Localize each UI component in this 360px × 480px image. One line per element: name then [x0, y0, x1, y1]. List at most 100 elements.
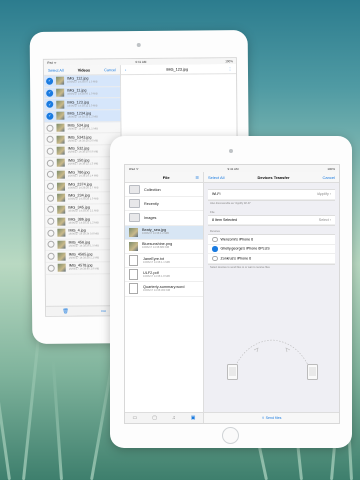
folder-item[interactable]: Collection — [125, 183, 203, 198]
phone-left-icon — [227, 364, 238, 380]
checkbox-icon[interactable] — [46, 136, 54, 144]
preview-nav-bar: ‹ IMG_123.jpg ⋮ — [120, 64, 237, 76]
transfer-arc-icon — [231, 339, 313, 375]
checkbox-icon[interactable] — [47, 229, 55, 237]
cancel-button[interactable]: Cancel — [104, 68, 116, 72]
thumbnail — [57, 205, 66, 214]
document-icon — [129, 283, 138, 295]
folder-icon — [129, 199, 140, 209]
file-name: Collection — [144, 187, 161, 192]
folder-item[interactable]: Recently — [125, 197, 203, 212]
file-name: Images — [144, 215, 157, 220]
select-all-button[interactable]: Select All — [208, 175, 224, 180]
music-tab-icon[interactable]: ♫ — [172, 415, 176, 421]
devices-header: Devices — [210, 229, 220, 233]
thumbnail — [56, 77, 65, 86]
device-row[interactable]: Ghelly.george's iPhone 6PLUS — [208, 245, 335, 254]
selected-count-label: 8 Item Selected — [212, 217, 237, 222]
cancel-button[interactable]: Cancel — [323, 175, 335, 180]
thumbnail — [57, 217, 66, 226]
radio-icon[interactable] — [212, 246, 218, 252]
file-name: Recently — [144, 201, 159, 206]
send-files-label: Send files — [265, 416, 282, 420]
devices-list: Wenzomi's iPhone 6 Ghelly.george's iPhone… — [208, 234, 335, 265]
checkbox-icon[interactable] — [46, 159, 54, 167]
file-meta: 16/06/17 14:38 1.8 MiB — [143, 274, 170, 278]
checkbox-icon[interactable] — [46, 147, 54, 155]
device-row[interactable]: Zonkrus's iPhone 6 — [208, 254, 335, 264]
file-meta: 16/06/17 14:38:07 1.5 MiB — [67, 80, 98, 84]
file-selected-row[interactable]: 8 Item Selected Select › — [208, 216, 335, 225]
device-name: Wenzomi's iPhone 6 — [220, 237, 254, 242]
checkbox-icon[interactable]: ✓ — [46, 77, 54, 85]
video-tab-icon[interactable]: ▭ — [133, 415, 138, 421]
back-chevron-icon[interactable]: ‹ — [125, 68, 126, 72]
checkbox-icon[interactable] — [47, 252, 55, 260]
chevron-right-icon: › — [329, 217, 331, 222]
video-list-item[interactable]: ✓ IMG_1234.jpg 16/06/17 14:38:13 1.2 MiB — [44, 110, 121, 123]
checkbox-icon[interactable]: ✓ — [46, 89, 54, 97]
video-list-item[interactable]: ✓ IMG_123.jpg 16/06/17 14:38:11 2.0 MiB — [44, 98, 121, 111]
video-list-item[interactable]: ✓ IMG_11.jpg 16/06/17 14:38:09 1.0 MiB — [44, 86, 121, 100]
file-meta: 16/06/17 14:38:15 1.1 MiB — [67, 127, 98, 131]
checkbox-icon[interactable] — [47, 217, 55, 225]
file-item[interactable]: Quarterly-summary.word 16/06/17 14:38 300… — [125, 282, 203, 297]
thumbnail — [56, 88, 65, 97]
checkbox-icon[interactable] — [47, 241, 55, 249]
radio-icon[interactable] — [212, 236, 218, 242]
checkbox-icon[interactable] — [46, 182, 55, 190]
front-tablet-screen: iPad ᯤ 9:41 AM 100% File ☰ Collection Rec… — [124, 164, 340, 424]
send-files-button[interactable]: ⇪ Send files — [204, 412, 339, 423]
file-meta: 16/06/17 14:38:26 1.7 MiB — [67, 185, 99, 190]
file-section: 8 Item Selected Select › — [208, 214, 335, 226]
wifi-section: Wi-Fi iApplify › — [208, 189, 335, 201]
video-list-item[interactable]: ✓ IMG_112.jpg 16/06/17 14:38:07 1.5 MiB — [44, 75, 121, 88]
thumbnail — [57, 228, 66, 238]
transfer-title: Devices Transfer — [257, 174, 290, 180]
file-meta: 16/06/17 14:38 1.2 MiB — [142, 232, 169, 236]
time-label: 9:41 AM — [227, 166, 239, 171]
home-button[interactable] — [222, 427, 239, 444]
file-meta: 16/06/17 14:38:09 1.0 MiB — [67, 92, 98, 96]
file-meta: 16/06/17 14:38:36 1.5 MiB — [68, 244, 99, 248]
file-item[interactable]: Beaty_sea.jpg 16/06/17 14:38 1.2 MiB — [125, 225, 203, 240]
radio-icon[interactable] — [212, 255, 218, 261]
checkbox-icon[interactable] — [47, 206, 55, 214]
folder-tab-icon[interactable]: ▢ — [152, 415, 157, 421]
bottom-tab-bar: ▭ ▢ ♫ ▣ — [125, 412, 203, 423]
transfer-nav-bar: Select All Devices Transfer Cancel — [204, 172, 339, 183]
folder-item[interactable]: Images — [125, 211, 203, 226]
trash-icon[interactable]: 🗑 — [62, 308, 68, 314]
device-row[interactable]: Wenzomi's iPhone 6 — [208, 235, 335, 245]
battery-label: 100% — [225, 59, 233, 64]
camera-dot — [229, 149, 233, 153]
video-list-item[interactable]: IMG_534.jpg 16/06/17 14:38:15 1.1 MiB — [44, 121, 121, 135]
checkbox-icon[interactable]: ✓ — [46, 112, 54, 120]
document-tab-icon[interactable]: ▣ — [191, 415, 196, 421]
file-nav-bar: File ☰ — [125, 172, 203, 183]
file-section-header: File — [210, 209, 215, 214]
more-icon[interactable]: ⋮ — [228, 66, 232, 71]
menu-icon[interactable]: ☰ — [195, 175, 199, 180]
battery-label: 100% — [327, 166, 335, 171]
thumbnail — [56, 170, 65, 179]
folder-icon[interactable]: ▭ — [101, 308, 106, 314]
checkbox-icon[interactable] — [47, 264, 55, 272]
checkbox-icon[interactable] — [46, 171, 54, 179]
checkbox-icon[interactable]: ✓ — [46, 100, 54, 109]
checkbox-icon[interactable] — [46, 124, 54, 132]
file-meta: 16/06/17 14:38:28 1.0 MiB — [68, 197, 99, 201]
videos-nav-bar: Select All Videos Cancel — [43, 65, 121, 76]
file-item[interactable]: Bluesunshine.png 16/06/17 14:38 880 KiB — [125, 240, 203, 254]
preview-title: IMG_123.jpg — [166, 67, 189, 72]
select-all-button[interactable]: Select All — [48, 68, 64, 72]
wifi-value: iApplify — [317, 192, 329, 197]
file-item[interactable]: JaneEyre.txt 16/06/17 14:38 1.1 MiB — [125, 254, 203, 269]
wifi-row[interactable]: Wi-Fi iApplify › — [208, 190, 335, 200]
devices-transfer-pane: Select All Devices Transfer Cancel Wi-Fi… — [204, 172, 339, 423]
file-meta: 16/06/17 14:38:20 0.9 MiB — [67, 150, 99, 155]
checkbox-icon[interactable] — [47, 194, 55, 202]
video-list-item[interactable]: IMG_5343.jpg 16/06/17 14:38:18 1.6 MiB — [44, 133, 121, 146]
file-item[interactable]: ULF2.pdf 16/06/17 14:38 1.8 MiB — [125, 268, 203, 283]
select-action-label: Select — [318, 217, 329, 222]
